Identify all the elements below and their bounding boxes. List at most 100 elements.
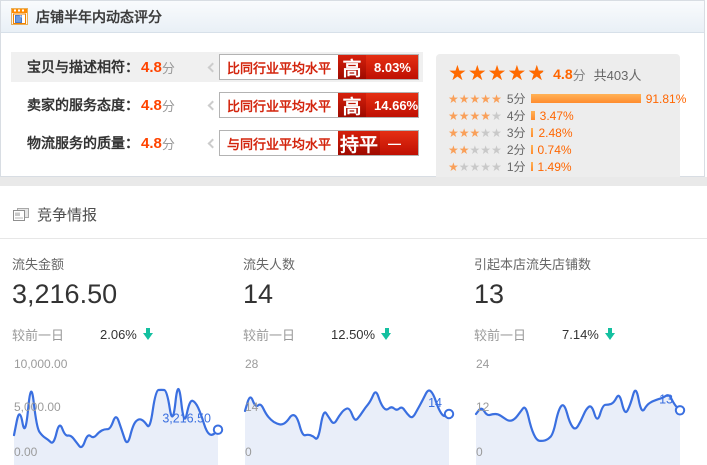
lost-amount-chart: 10,000.00 5,000.00 0.00 3,216.50 — [12, 354, 234, 465]
svg-text:0.00: 0.00 — [14, 445, 38, 459]
svg-text:5,000.00: 5,000.00 — [14, 400, 61, 414]
trend-down-icon — [605, 328, 616, 341]
dist-label: 1分 — [507, 158, 526, 175]
stars-icon: ★★★★★ — [448, 93, 502, 105]
svg-text:10,000.00: 10,000.00 — [14, 357, 68, 371]
dist-label: 5分 — [507, 90, 526, 107]
dist-label: 4分 — [507, 107, 526, 124]
compare-badge: 高 — [338, 55, 366, 79]
metric-competing-shops[interactable]: 引起本店流失店铺数 13 较前一日 7.14% 24 12 0 13 — [474, 254, 705, 465]
metric-label: 引起本店流失店铺数 — [474, 254, 705, 273]
dist-row-1: ★★★★★ 1分 1.49% — [448, 158, 672, 175]
dist-bar — [531, 94, 641, 103]
competition-section: 竞争情报 流失金额 3,216.50 较前一日 2.06% 10,000.00 5… — [0, 186, 707, 465]
rating-label: 物流服务的质量： — [27, 133, 139, 153]
svg-text:12: 12 — [476, 400, 490, 414]
svg-text:28: 28 — [245, 357, 259, 371]
dist-bar — [531, 162, 533, 171]
dist-row-4: ★★★★★ 4分 3.47% — [448, 107, 672, 124]
rating-score: 4.8 — [141, 59, 162, 76]
metric-lost-customers[interactable]: 流失人数 14 较前一日 12.50% 2814014 — [243, 254, 474, 465]
compare-percent: 8.03% — [366, 55, 418, 79]
compare-text: 比同行业平均水平 — [220, 93, 338, 117]
dist-bar — [531, 145, 533, 154]
svg-text:13: 13 — [659, 392, 673, 406]
metric-label: 流失人数 — [243, 254, 474, 273]
dashboard-page: 店铺半年内动态评分 宝贝与描述相符： 4.8 分 比同行业平均水平 高 8.03… — [0, 0, 707, 465]
summary-unit: 分 — [573, 65, 586, 84]
dist-percent: 1.49% — [538, 160, 572, 174]
compare-badge: 持平 — [338, 131, 380, 155]
summary-score: 4.8 — [553, 66, 572, 82]
stars-icon: ★★★★★ — [448, 110, 502, 122]
svg-text:3,216.50: 3,216.50 — [162, 412, 211, 426]
compare-text: 与同行业平均水平 — [220, 131, 338, 155]
metric-delta-row: 较前一日 7.14% — [474, 325, 705, 344]
competition-header: 竞争情报 — [0, 186, 707, 225]
dist-row-5: ★★★★★ 5分 91.81% — [448, 90, 672, 107]
rating-unit: 分 — [162, 58, 175, 77]
metric-value: 13 — [474, 279, 705, 310]
rating-row-logistics[interactable]: 物流服务的质量： 4.8 分 与同行业平均水平 持平 — — [11, 128, 423, 158]
delta-label: 较前一日 — [243, 325, 331, 344]
dist-percent: 3.47% — [540, 109, 574, 123]
rating-score: 4.8 — [141, 97, 162, 114]
summary-total-raters: 共403人 — [594, 65, 642, 84]
summary-rating-row: ★★★★★★ 4.8 分 共403人 — [448, 63, 672, 85]
delta-label: 较前一日 — [474, 325, 562, 344]
stars-icon: ★★★★★ — [448, 161, 502, 173]
svg-text:0: 0 — [476, 445, 483, 459]
metric-delta-row: 较前一日 2.06% — [12, 325, 243, 344]
stars-icon: ★★★★★ — [448, 127, 502, 139]
rating-row-service[interactable]: 卖家的服务态度： 4.8 分 比同行业平均水平 高 14.66% — [11, 90, 423, 120]
rating-label: 卖家的服务态度： — [27, 95, 139, 115]
svg-text:24: 24 — [476, 357, 490, 371]
metric-delta-row: 较前一日 12.50% — [243, 325, 474, 344]
storefront-icon — [11, 8, 28, 25]
shop-rating-body: 宝贝与描述相符： 4.8 分 比同行业平均水平 高 8.03% 卖家的服务态度： — [1, 33, 704, 183]
chevron-left-icon — [208, 62, 218, 72]
compare-bubble: 比同行业平均水平 高 14.66% — [209, 92, 419, 118]
rating-score: 4.8 — [141, 135, 162, 152]
metric-lost-amount[interactable]: 流失金额 3,216.50 较前一日 2.06% 10,000.00 5,000.… — [12, 254, 243, 465]
chevron-left-icon — [208, 138, 218, 148]
shop-rating-card: 店铺半年内动态评分 宝贝与描述相符： 4.8 分 比同行业平均水平 高 8.03… — [0, 0, 705, 177]
rating-unit: 分 — [162, 134, 175, 153]
competing-shops-chart: 24 12 0 13 — [474, 354, 696, 465]
delta-value: 7.14% — [562, 327, 599, 342]
lost-customers-chart: 2814014 — [243, 354, 465, 465]
metric-label: 流失金额 — [12, 254, 243, 273]
compare-text: 比同行业平均水平 — [220, 55, 338, 79]
rating-label: 宝贝与描述相符： — [27, 57, 139, 77]
dist-row-3: ★★★★★ 3分 2.48% — [448, 124, 672, 141]
chevron-left-icon — [208, 100, 218, 110]
metrics-row: 流失金额 3,216.50 较前一日 2.06% 10,000.00 5,000.… — [0, 239, 707, 465]
dist-row-2: ★★★★★ 2分 0.74% — [448, 141, 672, 158]
stars-icon: ★★★★★ — [448, 144, 502, 156]
trend-down-icon — [143, 328, 154, 341]
rating-row-description[interactable]: 宝贝与描述相符： 4.8 分 比同行业平均水平 高 8.03% — [11, 52, 423, 82]
dist-label: 2分 — [507, 141, 526, 158]
metric-value: 3,216.50 — [12, 279, 243, 310]
dist-percent: 91.81% — [646, 92, 687, 106]
rating-rows: 宝贝与描述相符： 4.8 分 比同行业平均水平 高 8.03% 卖家的服务态度： — [11, 52, 423, 166]
delta-value: 12.50% — [331, 327, 375, 342]
shop-rating-header: 店铺半年内动态评分 — [1, 1, 704, 33]
rating-summary-panel: ★★★★★★ 4.8 分 共403人 ★★★★★ 5分 91.81% ★★★★★… — [436, 54, 680, 183]
section-separator — [0, 177, 707, 186]
dist-bar — [531, 128, 534, 137]
report-icon — [13, 208, 29, 222]
compare-bubble: 与同行业平均水平 持平 — — [209, 130, 419, 156]
compare-percent: 14.66% — [366, 93, 418, 117]
compare-percent: — — [380, 131, 418, 155]
dist-percent: 2.48% — [538, 126, 572, 140]
rating-unit: 分 — [162, 96, 175, 115]
trend-down-icon — [381, 328, 392, 341]
svg-text:14: 14 — [428, 396, 442, 410]
dist-percent: 0.74% — [538, 143, 572, 157]
delta-label: 较前一日 — [12, 325, 100, 344]
delta-value: 2.06% — [100, 327, 137, 342]
shop-rating-title: 店铺半年内动态评分 — [36, 7, 162, 27]
summary-stars: ★★★★★★ — [448, 63, 547, 85]
metric-value: 14 — [243, 279, 474, 310]
